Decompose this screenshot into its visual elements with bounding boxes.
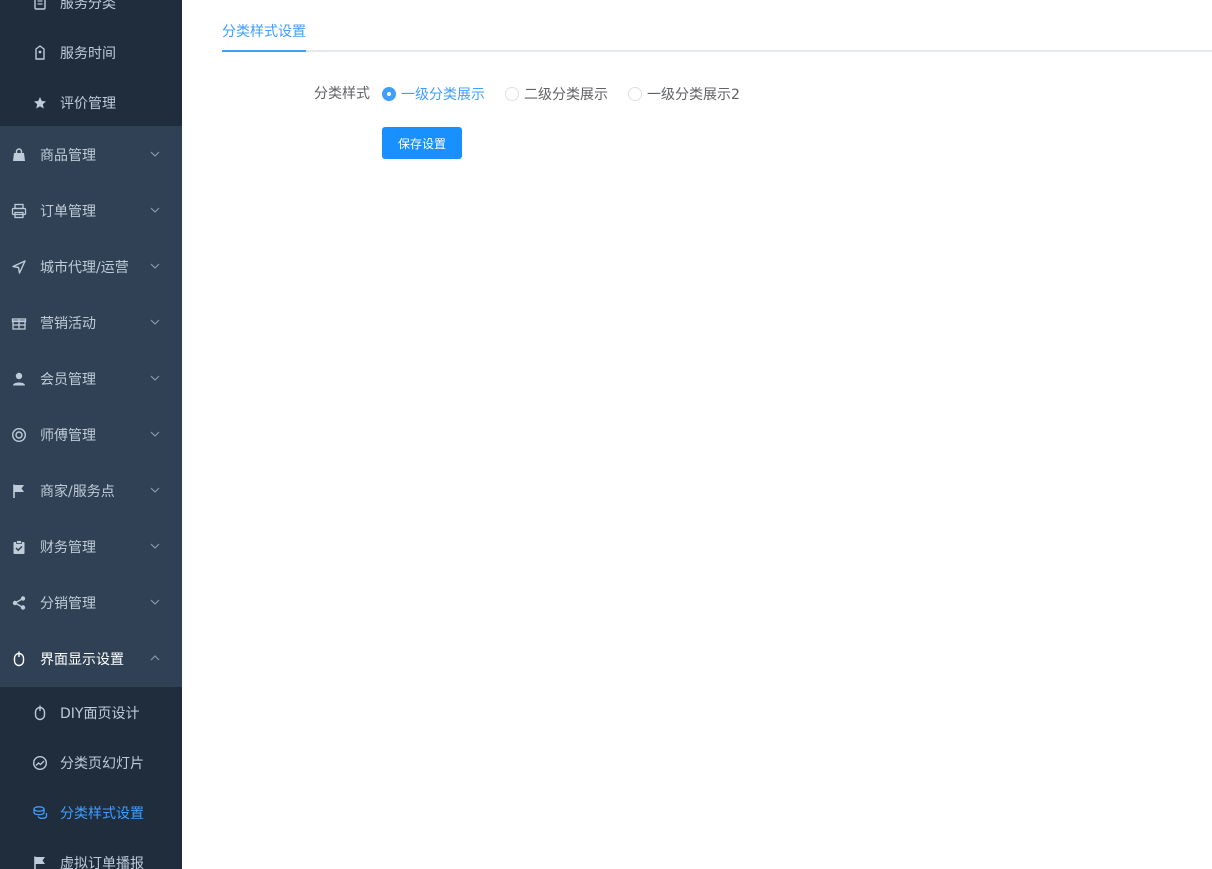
sidebar-item-service-category[interactable]: 服务分类 — [0, 0, 182, 28]
flag-icon — [32, 855, 48, 869]
sidebar-item-orders[interactable]: 订单管理 — [0, 183, 182, 239]
flag-icon — [10, 482, 28, 500]
sidebar-item-diy-design[interactable]: DIY面页设计 — [0, 688, 182, 738]
navigation-icon — [10, 258, 28, 276]
sidebar-item-finance[interactable]: 财务管理 — [0, 519, 182, 575]
radio-dot — [505, 87, 519, 101]
form-label-category-style: 分类样式 — [314, 86, 370, 102]
chevron-down-icon — [150, 429, 160, 439]
sidebar: 服务分类 服务时间 评价管理 商品管理 订单管理 城市代理/运营 营销活动 会员… — [0, 0, 182, 869]
sidebar-item-label: 会员管理 — [40, 372, 96, 388]
chevron-down-icon — [150, 317, 160, 327]
sidebar-item-city-agents[interactable]: 城市代理/运营 — [0, 239, 182, 295]
sidebar-item-members[interactable]: 会员管理 — [0, 351, 182, 407]
chevron-down-icon — [150, 597, 160, 607]
user-icon — [10, 370, 28, 388]
chevron-down-icon — [150, 541, 160, 551]
chevron-down-icon — [150, 485, 160, 495]
sidebar-item-label: 商品管理 — [40, 148, 96, 164]
sidebar-item-category-slides[interactable]: 分类页幻灯片 — [0, 738, 182, 788]
radio-label: 二级分类展示 — [524, 87, 608, 103]
sidebar-item-label: 分类页幻灯片 — [60, 756, 144, 772]
sidebar-item-label: DIY面页设计 — [60, 706, 140, 722]
main-content: 分类样式设置 分类样式 一级分类展示 二级分类展示 一级分类展示2 保存设置 — [182, 0, 1212, 869]
radio-level-one-v2[interactable]: 一级分类展示2 — [628, 84, 740, 104]
gift-icon — [10, 314, 28, 332]
radio-dot — [628, 87, 642, 101]
printer-icon — [10, 202, 28, 220]
sidebar-item-label: 营销活动 — [40, 316, 96, 332]
radio-dot — [382, 87, 396, 101]
chevron-down-icon — [150, 149, 160, 159]
chevron-up-icon — [150, 653, 160, 663]
tab-bar: 分类样式设置 — [222, 12, 1212, 52]
tab-category-style[interactable]: 分类样式设置 — [222, 12, 306, 52]
sidebar-item-label: 评价管理 — [60, 96, 116, 112]
sidebar-item-virtual-orders[interactable]: 虚拟订单播报 — [0, 838, 182, 869]
save-settings-button[interactable]: 保存设置 — [382, 127, 462, 159]
sidebar-item-merchants[interactable]: 商家/服务点 — [0, 463, 182, 519]
sidebar-item-label: 服务分类 — [60, 0, 116, 12]
sidebar-item-label: 订单管理 — [40, 204, 96, 220]
sidebar-item-label: 师傅管理 — [40, 428, 96, 444]
sidebar-item-label: 分类样式设置 — [60, 806, 144, 822]
dashboard-icon — [32, 755, 48, 771]
sidebar-item-ui-settings[interactable]: 界面显示设置 — [0, 631, 182, 687]
share-icon — [10, 594, 28, 612]
mouse-icon — [10, 650, 28, 668]
sidebar-item-products[interactable]: 商品管理 — [0, 127, 182, 183]
radio-level-two[interactable]: 二级分类展示 — [505, 84, 608, 104]
coins-icon — [32, 805, 48, 821]
tab-active-indicator — [222, 50, 306, 52]
sidebar-item-category-style[interactable]: 分类样式设置 — [0, 788, 182, 838]
chevron-down-icon — [150, 205, 160, 215]
shopping-bag-icon — [10, 146, 28, 164]
sidebar-item-technicians[interactable]: 师傅管理 — [0, 407, 182, 463]
clock-icon — [32, 45, 48, 61]
chevron-down-icon — [150, 373, 160, 383]
sidebar-item-distribution[interactable]: 分销管理 — [0, 575, 182, 631]
sidebar-item-label: 城市代理/运营 — [40, 260, 129, 276]
radio-level-one[interactable]: 一级分类展示 — [382, 84, 485, 104]
sidebar-item-label: 财务管理 — [40, 540, 96, 556]
mouse-icon — [32, 705, 48, 721]
sidebar-item-reviews[interactable]: 评价管理 — [0, 78, 182, 128]
sidebar-item-label: 虚拟订单播报 — [60, 856, 144, 869]
radio-label: 一级分类展示 — [401, 87, 485, 103]
sidebar-item-marketing[interactable]: 营销活动 — [0, 295, 182, 351]
lifebuoy-icon — [10, 426, 28, 444]
radio-label: 一级分类展示2 — [647, 87, 740, 103]
sidebar-item-service-time[interactable]: 服务时间 — [0, 28, 182, 78]
sidebar-item-label: 服务时间 — [60, 46, 116, 62]
star-icon — [32, 95, 48, 111]
document-icon — [32, 0, 48, 11]
chevron-down-icon — [150, 261, 160, 271]
sidebar-item-label: 商家/服务点 — [40, 484, 115, 500]
clipboard-check-icon — [10, 538, 28, 556]
sidebar-item-label: 界面显示设置 — [40, 652, 124, 668]
sidebar-item-label: 分销管理 — [40, 596, 96, 612]
